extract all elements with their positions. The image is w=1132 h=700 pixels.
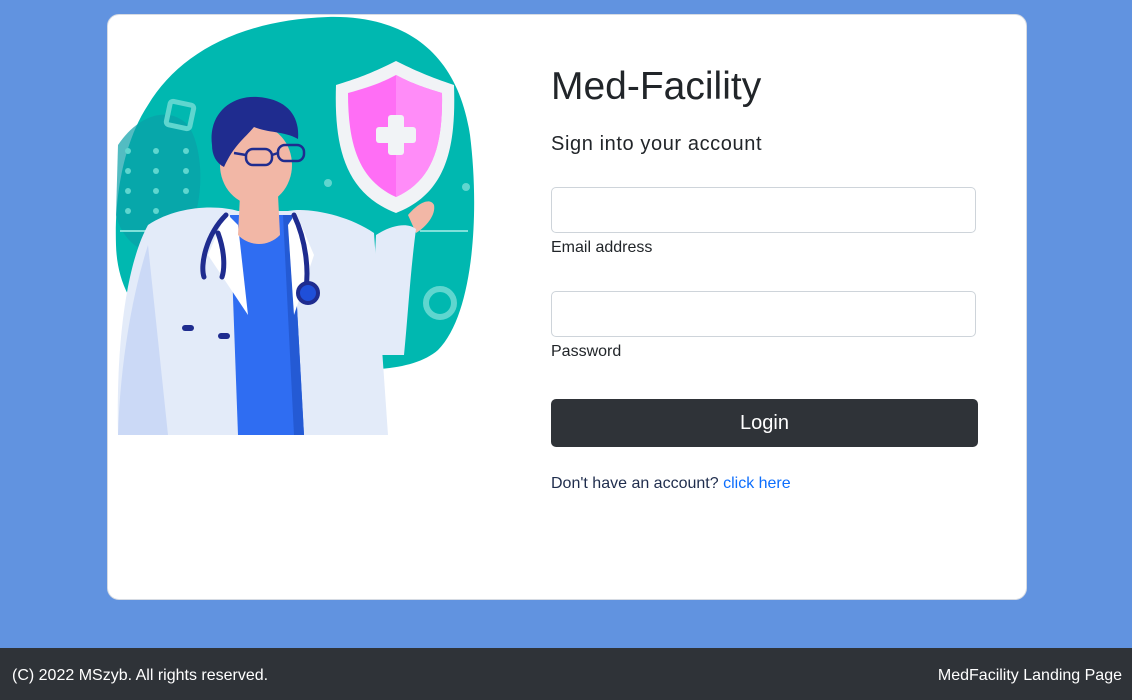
email-label: Email address [551, 239, 653, 256]
signup-link[interactable]: click here [723, 475, 791, 492]
doctor-illustration [108, 15, 488, 445]
form-subtitle: Sign into your account [551, 133, 763, 155]
landing-page-link[interactable]: MedFacility Landing Page [938, 667, 1122, 685]
app-title: Med-Facility [551, 65, 762, 108]
copyright-text: (C) 2022 MSzyb. All rights reserved. [12, 667, 269, 684]
email-field[interactable] [551, 187, 976, 233]
password-field[interactable] [551, 291, 976, 337]
page-footer: (C) 2022 MSzyb. All rights reserved. Med… [0, 648, 1132, 700]
doctor-illustration-svg [115, 16, 475, 435]
login-button[interactable]: Login [551, 399, 978, 447]
password-label: Password [551, 343, 622, 360]
signup-prompt-text: Don't have an account? [551, 475, 719, 492]
signup-prompt: Don't have an account? click here [551, 475, 791, 493]
login-card: Med-Facility Sign into your account Emai… [107, 14, 1027, 600]
